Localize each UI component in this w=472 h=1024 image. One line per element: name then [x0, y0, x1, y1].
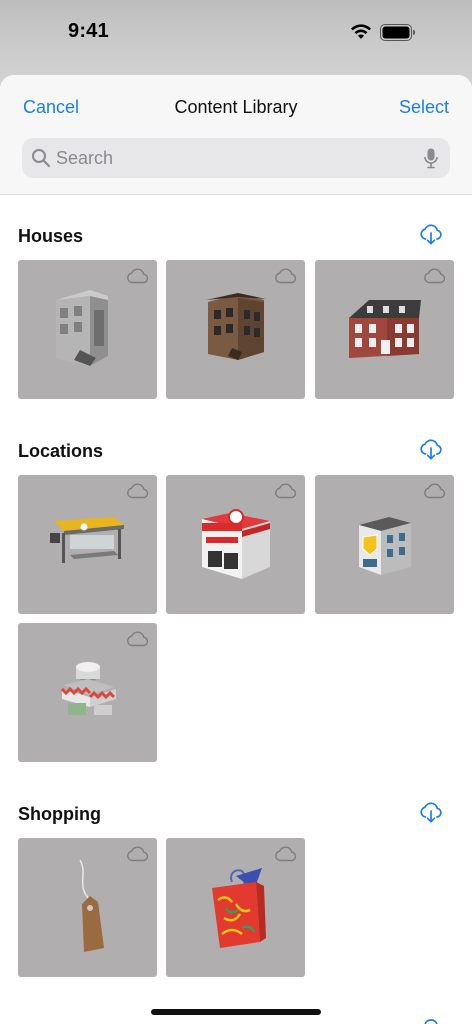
cloud-icon — [424, 268, 446, 284]
cloud-download-icon[interactable] — [419, 223, 443, 245]
library-item-tile[interactable] — [18, 475, 157, 614]
cloud-download-icon[interactable] — [419, 438, 443, 460]
search-icon — [32, 149, 51, 168]
cloud-icon — [127, 483, 149, 499]
wifi-icon — [351, 24, 371, 39]
library-item-tile[interactable] — [315, 260, 454, 399]
cloud-icon — [424, 483, 446, 499]
library-item-tile[interactable] — [166, 838, 305, 977]
cloud-icon — [275, 483, 297, 499]
cloud-icon — [127, 846, 149, 862]
cloud-icon — [275, 846, 297, 862]
section-title: Locations — [18, 441, 104, 461]
cloud-icon — [275, 268, 297, 284]
library-item-tile[interactable] — [18, 260, 157, 399]
library-item-tile[interactable] — [315, 475, 454, 614]
status-bar: 9:41 — [0, 0, 472, 66]
microphone-icon[interactable] — [424, 148, 438, 169]
library-item-tile[interactable] — [18, 623, 157, 762]
search-bar[interactable] — [22, 138, 450, 178]
library-item-tile[interactable] — [18, 838, 157, 977]
cloud-icon — [127, 268, 149, 284]
cloud-download-icon[interactable] — [419, 1017, 443, 1024]
section-title: Shopping — [18, 804, 101, 824]
status-time: 9:41 — [68, 20, 109, 42]
navigation-bar: Cancel Content Library Select — [0, 75, 472, 195]
library-item-tile[interactable] — [166, 475, 305, 614]
battery-icon — [380, 24, 415, 41]
home-indicator[interactable] — [151, 1009, 321, 1015]
search-input[interactable] — [56, 138, 406, 178]
content-library-sheet: Cancel Content Library Select Houses — [0, 75, 472, 1024]
cloud-icon — [127, 631, 149, 647]
library-item-tile[interactable] — [166, 260, 305, 399]
cloud-download-icon[interactable] — [419, 801, 443, 823]
section-title: Houses — [18, 226, 84, 246]
select-button[interactable]: Select — [399, 97, 449, 118]
